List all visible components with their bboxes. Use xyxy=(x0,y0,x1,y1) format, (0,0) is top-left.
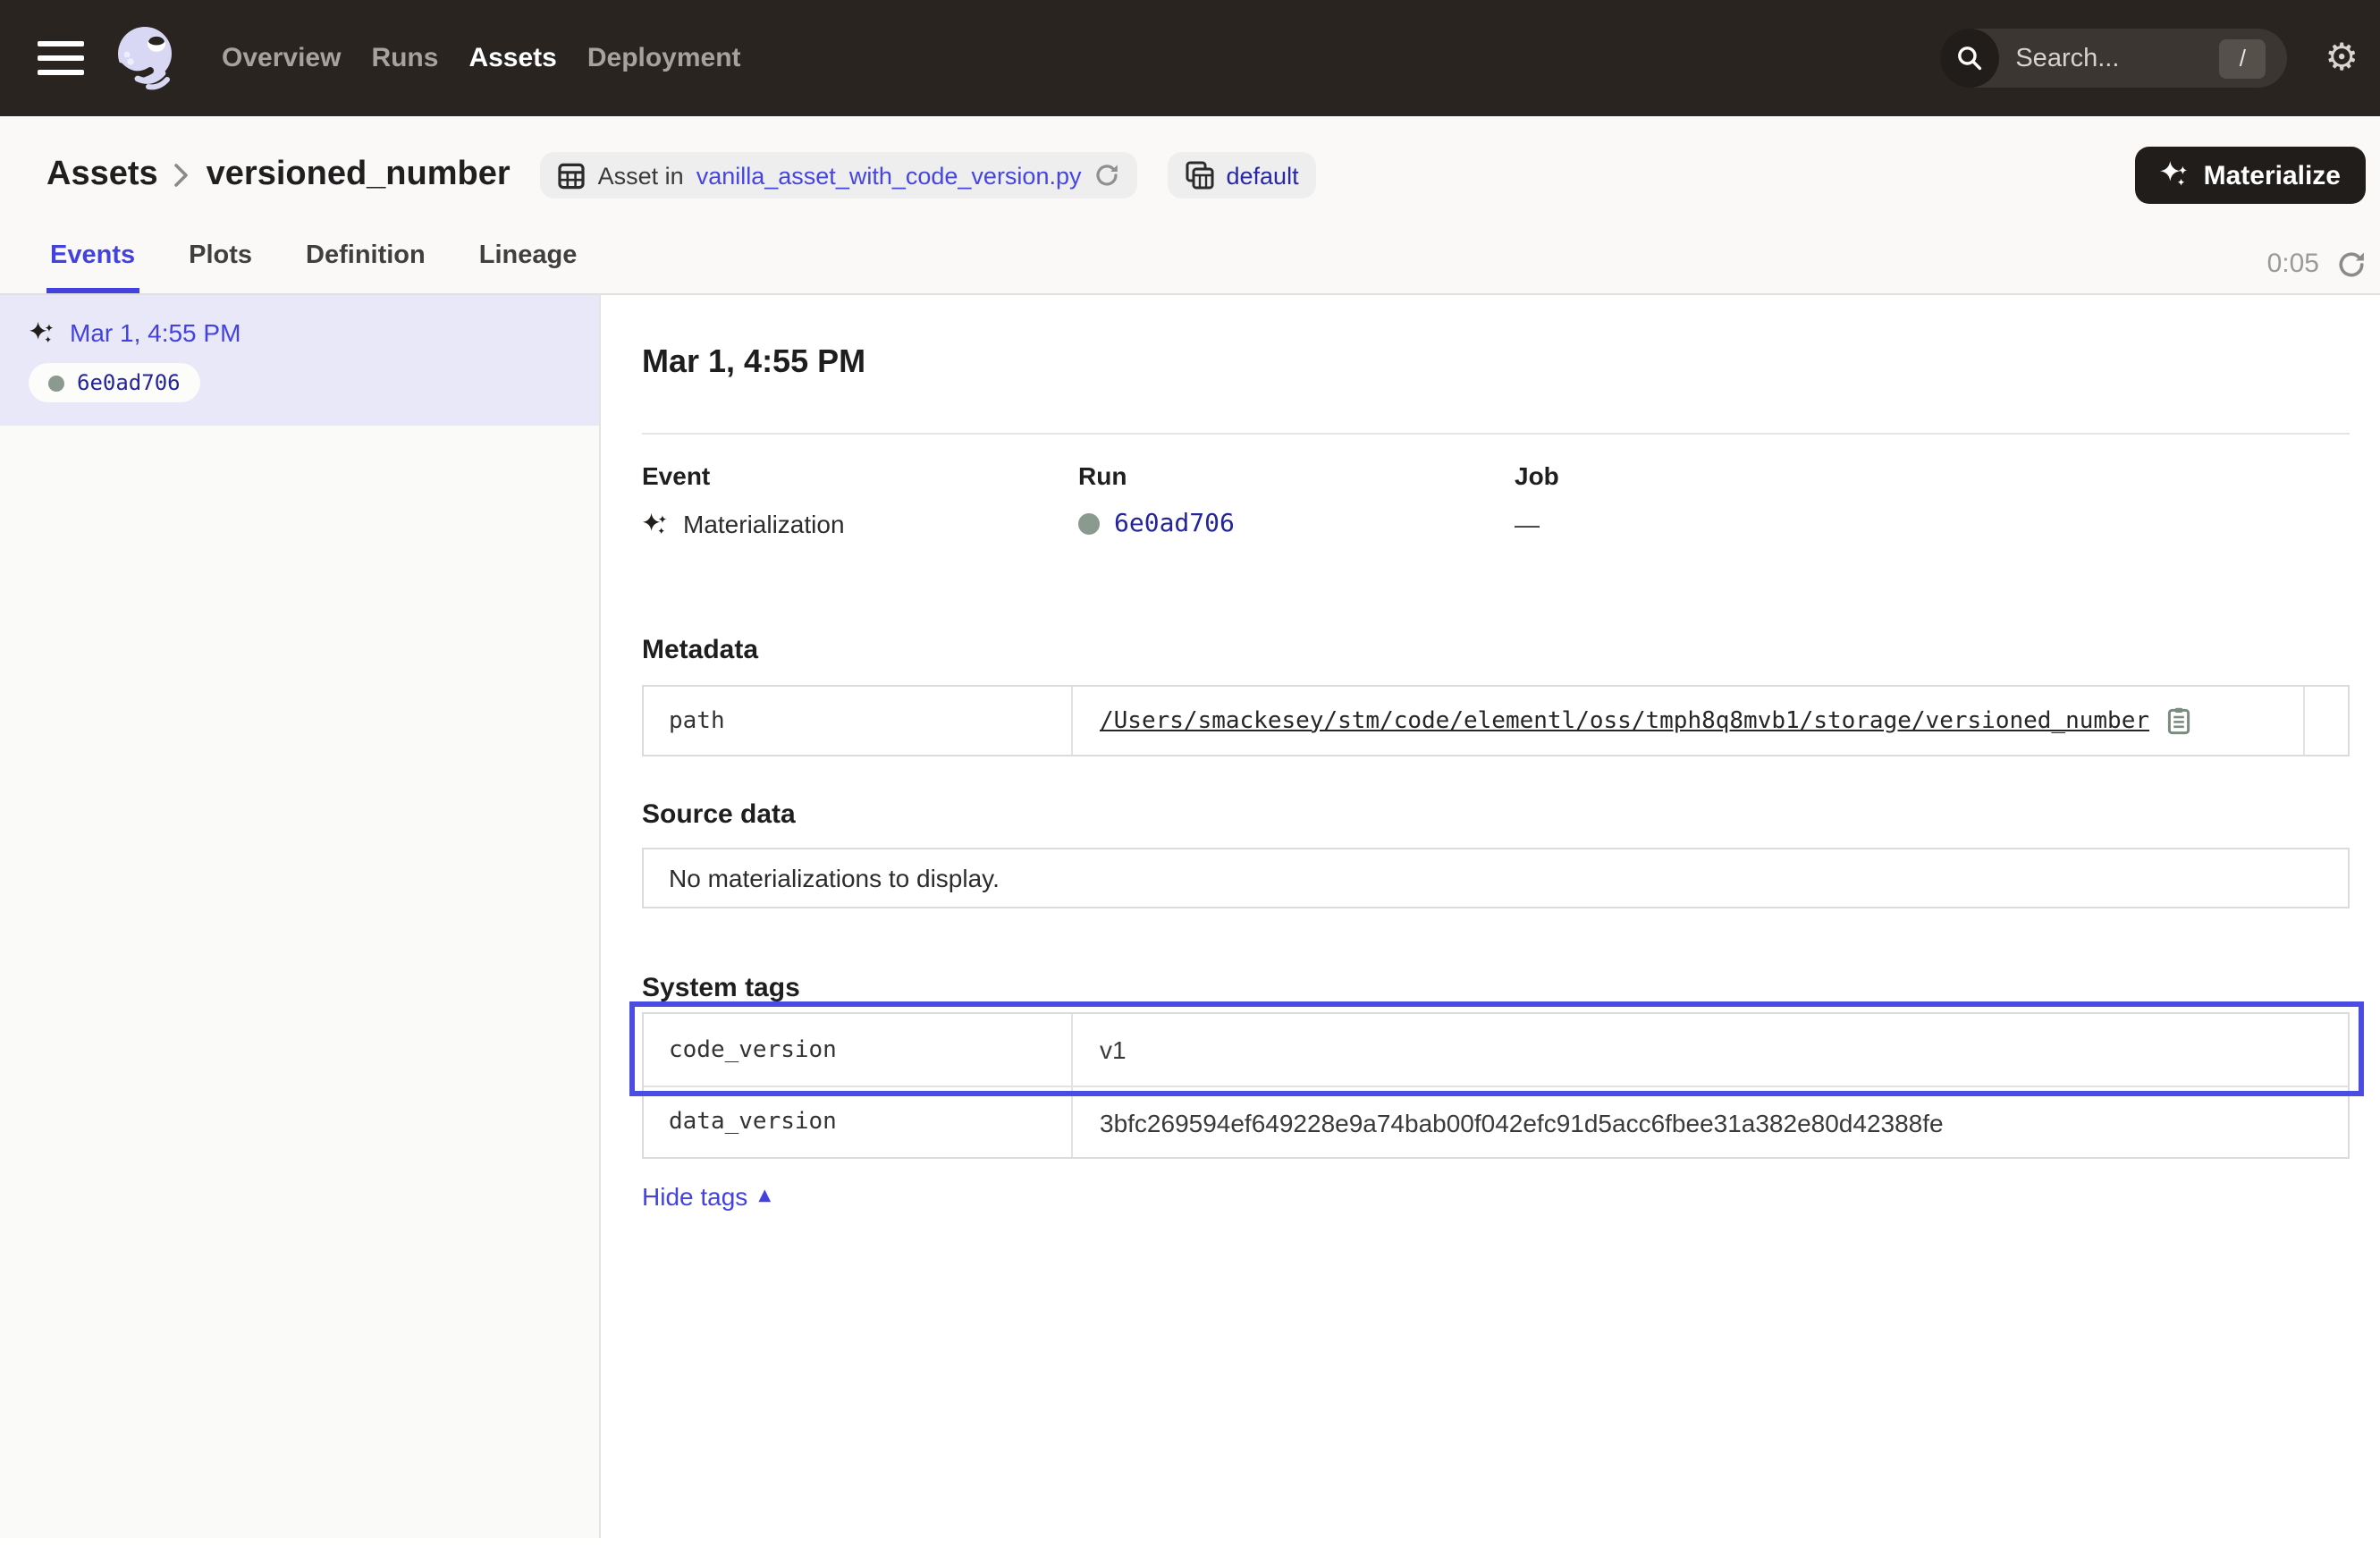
search-shortcut-key: / xyxy=(2219,38,2266,78)
breadcrumb: Assets versioned_number Asset in vanilla… xyxy=(0,139,2380,211)
source-data-empty-message: No materializations to display. xyxy=(642,848,2350,908)
page-header: Assets versioned_number Asset in vanilla… xyxy=(0,116,2380,295)
metadata-expand-cell xyxy=(2303,687,2348,755)
tab-events[interactable]: Events xyxy=(46,241,139,293)
tab-definition[interactable]: Definition xyxy=(302,241,429,293)
event-detail-heading: Mar 1, 4:55 PM xyxy=(642,343,2350,381)
tab-lineage[interactable]: Lineage xyxy=(476,241,581,293)
nav-item-deployment[interactable]: Deployment xyxy=(587,43,741,73)
tag-value-cell: v1 xyxy=(1073,1014,2348,1086)
metadata-section: Metadata path /Users/smackesey/stm/code/… xyxy=(642,635,2350,756)
search-input[interactable] xyxy=(1999,44,2219,72)
event-list-sidebar: Mar 1, 4:55 PM 6e0ad706 xyxy=(0,295,601,1538)
run-id-chip[interactable]: 6e0ad706 xyxy=(29,363,200,402)
event-column-header: Event xyxy=(642,461,1078,490)
job-column-header: Job xyxy=(1515,461,2350,490)
metadata-heading: Metadata xyxy=(642,635,2350,665)
system-tags-heading: System tags xyxy=(642,973,2350,1003)
nav-item-assets[interactable]: Assets xyxy=(468,43,556,73)
path-link[interactable]: /Users/smackesey/stm/code/elementl/oss/t… xyxy=(1100,707,2149,734)
divider xyxy=(642,433,2350,435)
materialize-label: Materialize xyxy=(2204,160,2341,190)
source-data-heading: Source data xyxy=(642,799,2350,830)
nav-menu: Overview Runs Assets Deployment xyxy=(222,43,741,73)
search-box[interactable]: / xyxy=(1940,29,2287,88)
run-id-link[interactable]: 6e0ad706 xyxy=(1114,510,1235,538)
run-column-header: Run xyxy=(1078,461,1515,490)
event-type-value: Materialization xyxy=(642,510,1078,538)
copy-clipboard-icon[interactable] xyxy=(2165,706,2192,735)
search-icon xyxy=(1940,29,1999,88)
breadcrumb-assets-link[interactable]: Assets xyxy=(46,156,158,195)
asset-definition-badge: Asset in vanilla_asset_with_code_version… xyxy=(541,152,1137,199)
job-value: — xyxy=(1515,510,2350,538)
metadata-key-cell: path xyxy=(644,687,1073,755)
hide-tags-link[interactable]: Hide tags ▲ xyxy=(642,1182,771,1211)
page-title: versioned_number xyxy=(207,156,511,195)
hamburger-menu-icon[interactable] xyxy=(38,40,84,76)
event-list-item[interactable]: Mar 1, 4:55 PM 6e0ad706 xyxy=(0,295,599,426)
event-detail-panel: Mar 1, 4:55 PM Event Run Job Materializa… xyxy=(601,295,2380,1538)
tab-plots[interactable]: Plots xyxy=(185,241,256,293)
tag-key-cell: data_version xyxy=(644,1087,1073,1157)
event-timestamp: Mar 1, 4:55 PM xyxy=(70,318,241,347)
settings-gear-icon[interactable]: ⚙ xyxy=(2325,39,2359,77)
asset-in-label: Asset in xyxy=(598,162,684,189)
nav-item-runs[interactable]: Runs xyxy=(371,43,438,73)
event-summary: Event Run Job Materialization 6e xyxy=(642,461,2350,538)
dagster-logo-icon[interactable] xyxy=(107,21,182,96)
system-tags-section: System tags code_version v1 data_version… xyxy=(642,973,2350,1214)
table-row: path /Users/smackesey/stm/code/elementl/… xyxy=(644,687,2348,755)
top-nav: Overview Runs Assets Deployment / ⚙ xyxy=(0,0,2380,116)
repo-icon xyxy=(1186,161,1214,190)
chevron-right-icon xyxy=(174,163,190,188)
refresh-countdown: 0:05 xyxy=(2267,249,2319,279)
materialization-sparkle-icon xyxy=(29,319,55,346)
tab-bar: Events Plots Definition Lineage 0:05 xyxy=(0,211,2380,293)
reload-definition-icon[interactable] xyxy=(1094,163,1119,188)
hide-tags-label: Hide tags xyxy=(642,1182,747,1211)
metadata-value-cell: /Users/smackesey/stm/code/elementl/oss/t… xyxy=(1073,687,2303,755)
sparkle-icon xyxy=(2161,161,2190,190)
table-row: code_version v1 xyxy=(644,1014,2348,1086)
refresh-icon[interactable] xyxy=(2337,249,2366,278)
run-status-dot xyxy=(48,375,64,391)
run-status-dot xyxy=(1078,513,1100,535)
auto-refresh-timer: 0:05 xyxy=(2267,249,2369,293)
repo-name-link[interactable]: default xyxy=(1227,162,1299,189)
materialization-sparkle-icon xyxy=(642,511,669,537)
run-id-label: 6e0ad706 xyxy=(77,370,181,395)
source-data-section: Source data No materializations to displ… xyxy=(642,799,2350,908)
materialize-button[interactable]: Materialize xyxy=(2136,147,2366,204)
run-value: 6e0ad706 xyxy=(1078,510,1515,538)
system-tags-table: code_version v1 data_version 3bfc269594e… xyxy=(642,1012,2350,1159)
asset-table-icon xyxy=(559,162,586,189)
table-row: data_version 3bfc269594ef649228e9a74bab0… xyxy=(644,1086,2348,1157)
tag-value-cell: 3bfc269594ef649228e9a74bab00f042efc91d5a… xyxy=(1073,1087,2348,1157)
event-type-label: Materialization xyxy=(683,510,845,538)
repo-location-badge[interactable]: default xyxy=(1168,152,1317,199)
nav-item-overview[interactable]: Overview xyxy=(222,43,341,73)
tag-key-cell: code_version xyxy=(644,1014,1073,1086)
caret-up-icon: ▲ xyxy=(758,1187,771,1205)
metadata-table: path /Users/smackesey/stm/code/elementl/… xyxy=(642,685,2350,756)
app-window: Overview Runs Assets Deployment / ⚙ Asse… xyxy=(0,0,2380,1563)
asset-file-link[interactable]: vanilla_asset_with_code_version.py xyxy=(696,162,1082,189)
